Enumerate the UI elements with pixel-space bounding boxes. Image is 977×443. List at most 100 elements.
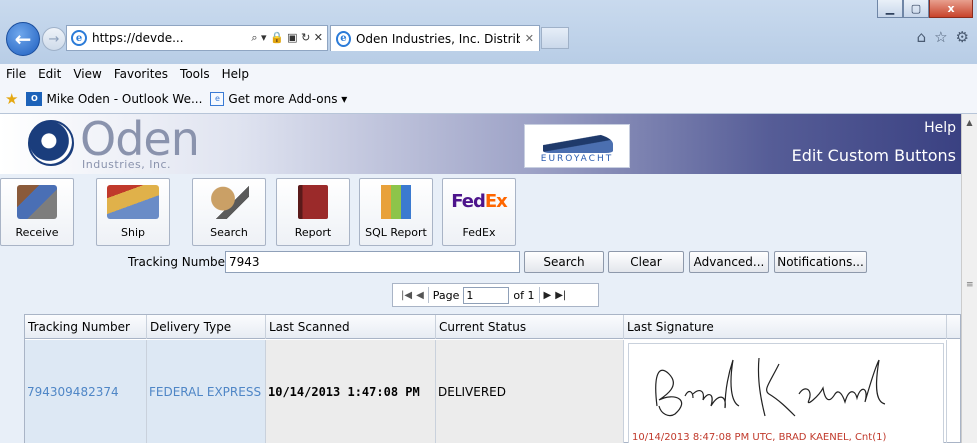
- pager: |◀ ◀ Page of 1 ▶ ▶|: [392, 283, 599, 307]
- search-row: Tracking Number: Search Clear Advanced..…: [0, 251, 961, 275]
- favorites-star-add-icon[interactable]: ★: [5, 90, 18, 108]
- favorites-star-icon[interactable]: ☆: [934, 28, 947, 46]
- ie-icon: e: [71, 30, 87, 46]
- menu-bar: File Edit View Favorites Tools Help: [0, 64, 977, 84]
- prev-page-button[interactable]: ◀: [416, 290, 424, 301]
- page-icon: e: [210, 91, 225, 106]
- notifications-button[interactable]: Notifications...: [774, 251, 867, 273]
- new-tab-button[interactable]: [541, 27, 569, 49]
- receive-button[interactable]: Receive: [0, 178, 74, 246]
- back-arrow-icon: ←: [14, 27, 32, 51]
- report-button[interactable]: Report: [276, 178, 350, 246]
- search-button[interactable]: Search: [524, 251, 604, 273]
- tools-gear-icon[interactable]: ⚙: [956, 28, 969, 46]
- euroyacht-text: EUROYACHT: [540, 154, 614, 164]
- col-last-signature[interactable]: Last Signature: [624, 315, 947, 339]
- col-tracking-number[interactable]: Tracking Number: [25, 315, 147, 339]
- last-signature-cell: 10/14/2013 8:47:08 PM UTC, BRAD KAENEL, …: [624, 340, 947, 443]
- delivery-type-link[interactable]: FEDERAL EXPRESS: [147, 340, 266, 443]
- favorite-addons[interactable]: e Get more Add-ons ▾: [210, 91, 348, 106]
- oden-logo-icon: [28, 120, 74, 166]
- address-bar[interactable]: e https://devde... ⌕ ▾ 🔒 ▣ ↻ ✕: [66, 25, 328, 51]
- address-tools[interactable]: ⌕ ▾ 🔒 ▣ ↻ ✕: [251, 31, 323, 45]
- menu-favorites[interactable]: Favorites: [114, 67, 168, 81]
- search-icon: [209, 185, 249, 219]
- forward-button[interactable]: →: [42, 27, 66, 51]
- outlook-icon: O: [26, 91, 43, 106]
- help-link[interactable]: Help: [924, 120, 956, 136]
- logo-name: Oden: [80, 114, 200, 166]
- tab-close-icon[interactable]: ✕: [525, 32, 534, 45]
- forward-arrow-icon: →: [48, 31, 60, 47]
- scroll-up-arrow-icon[interactable]: ▲: [962, 114, 977, 130]
- euroyacht-logo: EUROYACHT: [524, 124, 630, 168]
- tab-title: Oden Industries, Inc. Distrib...: [355, 31, 520, 46]
- back-button[interactable]: ←: [6, 22, 40, 56]
- fedex-icon: FedEx: [443, 191, 515, 212]
- maximize-button[interactable]: ▢: [903, 0, 929, 18]
- col-delivery-type[interactable]: Delivery Type: [147, 315, 266, 339]
- menu-help[interactable]: Help: [222, 67, 249, 81]
- browser-chrome: ▁ ▢ x ← → e https://devde... ⌕ ▾ 🔒 ▣ ↻ ✕…: [0, 0, 977, 64]
- address-text[interactable]: https://devde...: [92, 31, 184, 45]
- favorite-addons-label: Get more Add-ons ▾: [228, 91, 348, 106]
- signature-caption: 10/14/2013 8:47:08 PM UTC, BRAD KAENEL, …: [632, 432, 887, 443]
- pager-separator: [427, 287, 429, 303]
- favorite-outlook[interactable]: O Mike Oden - Outlook We...: [26, 91, 203, 106]
- fedex-button[interactable]: FedEx FedEx: [442, 178, 516, 246]
- fedex-logo-ex: Ex: [484, 191, 508, 212]
- favorite-outlook-label: Mike Oden - Outlook We...: [46, 91, 203, 106]
- ship-button[interactable]: Ship: [96, 178, 170, 246]
- menu-edit[interactable]: Edit: [38, 67, 61, 81]
- results-grid: Tracking Number Delivery Type Last Scann…: [24, 314, 961, 443]
- ship-label: Ship: [121, 226, 145, 239]
- page-scrollbar[interactable]: ▲ ≡: [961, 114, 977, 443]
- report-icon: [298, 185, 328, 219]
- next-page-button[interactable]: ▶: [544, 290, 552, 301]
- clear-button[interactable]: Clear: [608, 251, 684, 273]
- first-page-button[interactable]: |◀: [401, 290, 412, 301]
- favorites-bar: ★ O Mike Oden - Outlook We... e Get more…: [0, 84, 977, 114]
- tracking-number-link[interactable]: 794309482374: [25, 340, 147, 443]
- sql-report-button[interactable]: SQL Report: [359, 178, 433, 246]
- home-icon[interactable]: ⌂: [917, 28, 927, 46]
- menu-file[interactable]: File: [6, 67, 26, 81]
- table-row[interactable]: 794309482374 FEDERAL EXPRESS 10/14/2013 …: [25, 340, 960, 443]
- receive-label: Receive: [15, 226, 59, 239]
- advanced-button[interactable]: Advanced...: [689, 251, 769, 273]
- last-page-button[interactable]: ▶|: [555, 290, 566, 301]
- browser-right-icons: ⌂ ☆ ⚙: [917, 28, 969, 46]
- browser-tab[interactable]: e Oden Industries, Inc. Distrib... ✕: [330, 25, 540, 51]
- menu-tools[interactable]: Tools: [180, 67, 210, 81]
- tracking-number-label: Tracking Number:: [128, 255, 234, 269]
- close-window-button[interactable]: x: [929, 0, 973, 18]
- col-current-status[interactable]: Current Status: [436, 315, 624, 339]
- sql-report-icon: [381, 185, 411, 219]
- fedex-logo-fed: Fed: [451, 191, 486, 212]
- sql-report-label: SQL Report: [365, 226, 427, 239]
- page-of-label: of 1: [513, 288, 535, 302]
- window-controls: ▁ ▢ x: [877, 0, 973, 18]
- page-number-input[interactable]: [463, 286, 510, 304]
- search-tool-label: Search: [210, 226, 248, 239]
- minimize-button[interactable]: ▁: [877, 0, 903, 18]
- ship-icon: [107, 185, 159, 219]
- last-scanned-cell: 10/14/2013 1:47:08 PM: [266, 340, 436, 443]
- tracking-number-input[interactable]: [225, 251, 520, 273]
- yacht-icon: [543, 131, 613, 153]
- signature-image: 10/14/2013 8:47:08 PM UTC, BRAD KAENEL, …: [628, 343, 944, 443]
- fedex-label: FedEx: [462, 226, 496, 239]
- signature-drawing: [655, 357, 886, 417]
- current-status-cell: DELIVERED: [436, 340, 624, 443]
- report-label: Report: [294, 226, 332, 239]
- search-tool-button[interactable]: Search: [192, 178, 266, 246]
- receive-icon: [17, 185, 57, 219]
- logo-subtitle: Industries, Inc.: [82, 158, 172, 171]
- col-last-scanned[interactable]: Last Scanned: [266, 315, 436, 339]
- edit-custom-buttons-link[interactable]: Edit Custom Buttons: [792, 146, 956, 165]
- menu-view[interactable]: View: [73, 67, 101, 81]
- scroll-grip-icon[interactable]: ≡: [966, 280, 974, 290]
- pager-separator-2: [538, 287, 540, 303]
- grid-header: Tracking Number Delivery Type Last Scann…: [25, 315, 960, 339]
- header-banner: Oden Industries, Inc. EUROYACHT Help Edi…: [0, 114, 961, 174]
